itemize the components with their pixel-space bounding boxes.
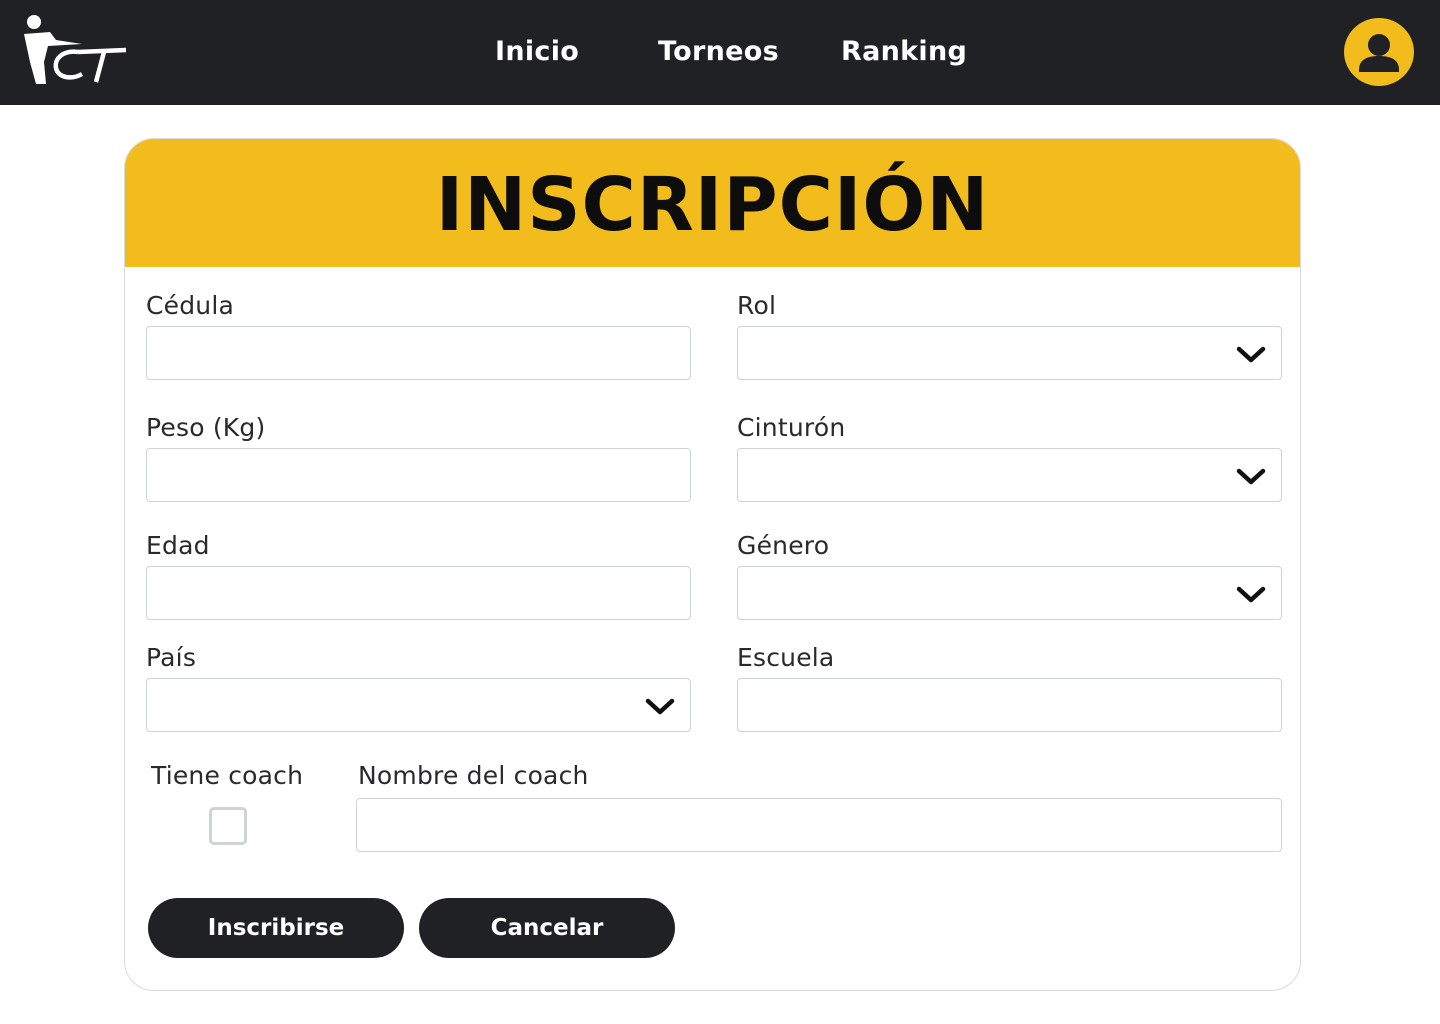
peso-input[interactable] [146,448,691,502]
nombre-coach-label: Nombre del coach [358,761,589,790]
top-navbar: Inicio Torneos Ranking [0,0,1440,105]
pais-label: País [146,643,197,672]
edad-label: Edad [146,531,210,560]
cinturon-label: Cinturón [737,413,846,442]
rol-label: Rol [737,291,777,320]
user-icon [1359,34,1399,72]
cedula-label: Cédula [146,291,235,320]
chevron-down-icon [1236,468,1266,485]
edad-input[interactable] [146,566,691,620]
nav-link-torneos[interactable]: Torneos [658,36,779,67]
genero-label: Género [737,531,830,560]
nav-link-inicio[interactable]: Inicio [495,36,579,67]
escuela-label: Escuela [737,643,835,672]
cinturon-select[interactable] [737,448,1282,502]
pais-select[interactable] [146,678,691,732]
peso-label: Peso (Kg) [146,413,266,442]
nav-link-ranking[interactable]: Ranking [841,36,967,67]
form-title: INSCRIPCIÓN [435,162,990,248]
tiene-coach-checkbox[interactable] [209,807,247,845]
escuela-input[interactable] [737,678,1282,732]
genero-select[interactable] [737,566,1282,620]
inscription-form-card: INSCRIPCIÓN Cédula Rol Peso (Kg) Cinturó… [124,138,1301,991]
nombre-coach-input[interactable] [356,798,1282,852]
fct-logo-icon[interactable] [20,12,130,90]
cedula-input[interactable] [146,326,691,380]
chevron-down-icon [1236,346,1266,363]
form-header: INSCRIPCIÓN [125,139,1300,267]
user-avatar-button[interactable] [1344,18,1414,86]
rol-select[interactable] [737,326,1282,380]
inscribirse-button[interactable]: Inscribirse [148,898,404,958]
chevron-down-icon [645,698,675,715]
chevron-down-icon [1236,586,1266,603]
tiene-coach-label: Tiene coach [151,761,304,790]
cancelar-button[interactable]: Cancelar [419,898,675,958]
